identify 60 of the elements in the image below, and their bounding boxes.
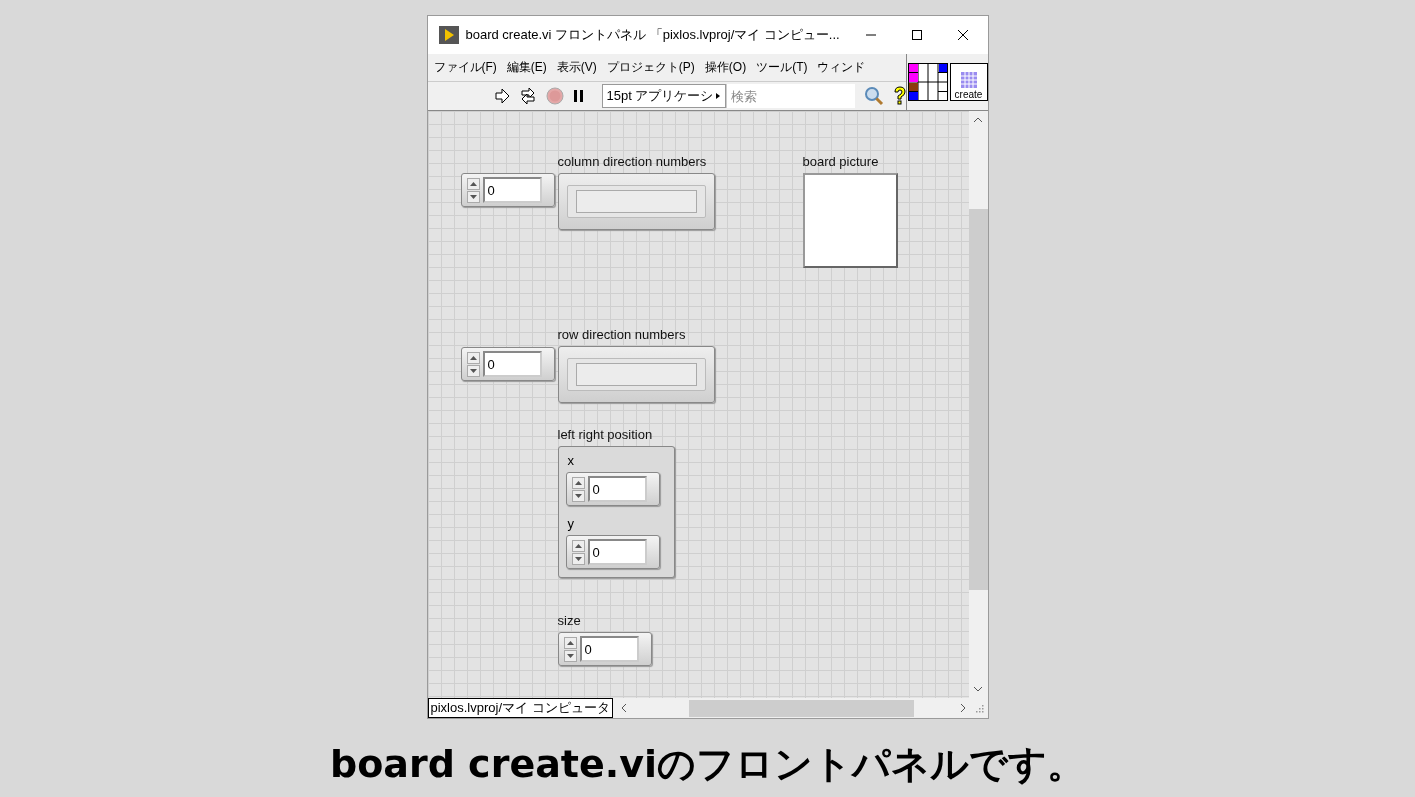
scroll-right-icon[interactable] [959,703,966,713]
menu-item[interactable]: 編集(E) [506,59,547,76]
app-icon [438,26,459,44]
numeric-field[interactable]: 0 [579,636,639,662]
control-label: size [557,613,581,628]
decrement-button[interactable] [571,552,585,565]
triangle-up-icon [469,355,477,360]
numeric-field[interactable]: 0 [587,539,647,565]
decrement-button[interactable] [466,364,480,377]
window-title: board create.vi フロントパネル 「pixlos.lvproj/マイ コンピュー... [465,26,841,44]
field-label: x [567,453,575,468]
menu-item[interactable]: プロジェクト(P) [606,59,695,76]
maximize-icon [910,29,923,41]
control-label: column direction numbers [557,154,707,169]
field-label: y [567,516,575,531]
caption-text: board create.viのフロントパネルです。 [330,741,1085,788]
increment-button[interactable] [571,476,585,489]
increment-button[interactable] [571,539,585,552]
decrement-button[interactable] [563,649,577,662]
numeric-field[interactable]: 0 [482,177,542,203]
decrement-button[interactable] [571,489,585,502]
control-label: left right position [557,427,653,442]
scroll-up-icon[interactable] [973,117,983,123]
scroll-down-icon[interactable] [973,686,983,692]
numeric-field[interactable]: 0 [587,476,647,502]
triangle-up-icon [566,640,574,645]
triangle-right-icon [716,93,722,99]
triangle-down-icon [574,556,582,561]
menu-item[interactable]: ウィンド [817,59,866,76]
menu-item[interactable]: ファイル(F) [433,59,497,76]
connector-pane-drawing [907,63,948,101]
resize-grip-icon[interactable] [973,703,984,713]
menu-item[interactable]: ツール(T) [756,59,808,76]
triangle-down-icon [574,493,582,498]
decrement-button[interactable] [466,190,480,203]
increment-button[interactable] [466,177,480,190]
menu-item[interactable]: 操作(O) [704,59,747,76]
help-icon[interactable] [893,86,908,106]
close-icon [956,29,969,41]
increment-button[interactable] [466,351,480,364]
search-field[interactable]: 検索 [726,84,856,108]
run-continuously-icon[interactable] [518,88,537,104]
triangle-up-icon [574,543,582,548]
triangle-up-icon [574,480,582,485]
pause-icon[interactable] [572,89,585,103]
triangle-down-icon [469,368,477,373]
control-label: row direction numbers [557,327,686,342]
increment-button[interactable] [563,636,577,649]
run-arrow-icon[interactable] [493,88,510,104]
scroll-left-icon[interactable] [620,703,627,713]
menu-item[interactable]: 表示(V) [556,59,597,76]
font-dropdown[interactable]: 15pt アプリケーシ [601,84,727,108]
triangle-down-icon [566,653,574,658]
numeric-field[interactable]: 0 [482,351,542,377]
context-label: pixlos.lvproj/マイ コンピュータ [427,698,613,718]
vi-icon: create [949,63,988,101]
triangle-up-icon [469,181,477,186]
search-icon[interactable] [864,86,885,106]
control-label: board picture [802,154,879,169]
triangle-down-icon [469,194,477,199]
